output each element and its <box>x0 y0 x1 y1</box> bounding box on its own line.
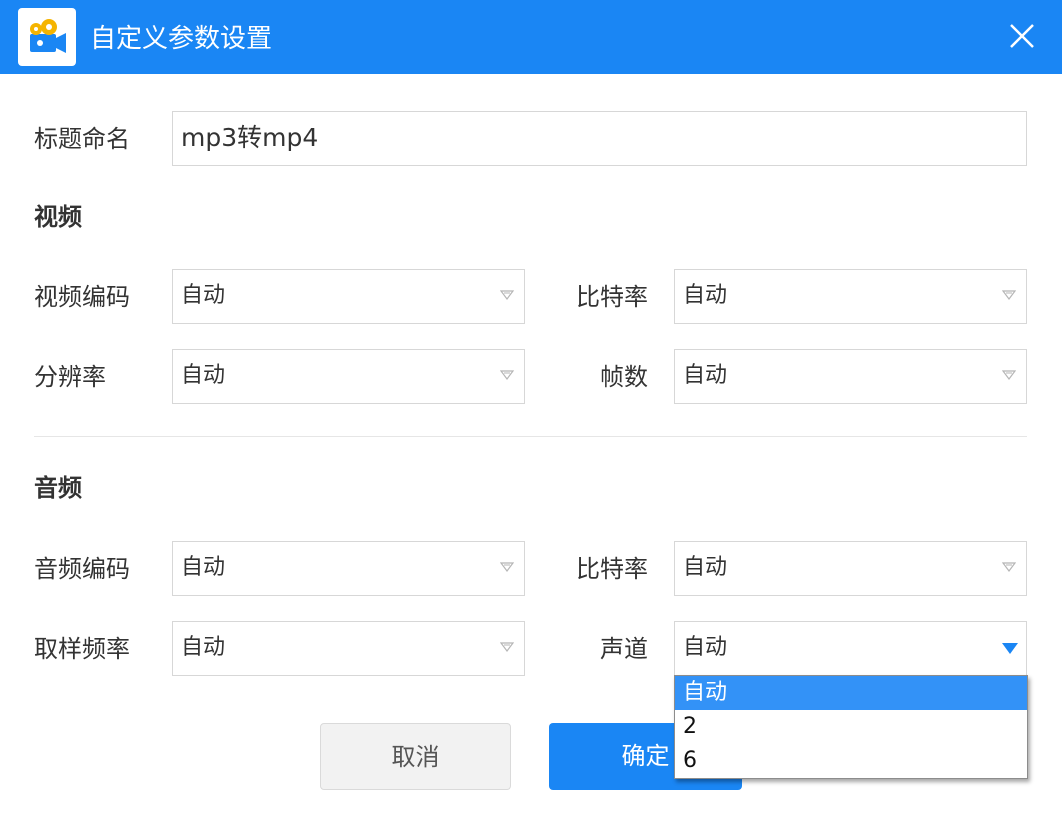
video-section-heading: 视频 <box>34 203 82 231</box>
dialog-title: 自定义参数设置 <box>90 24 273 54</box>
film-camera-icon <box>18 8 76 66</box>
audio-bitrate-label: 比特率 <box>576 555 648 583</box>
audio-bitrate-select[interactable]: 自动 <box>674 541 1027 596</box>
section-divider <box>34 436 1027 437</box>
close-button[interactable] <box>1000 14 1044 58</box>
video-codec-value: 自动 <box>181 283 226 308</box>
framerate-label: 帧数 <box>600 363 648 391</box>
video-bitrate-select[interactable]: 自动 <box>674 269 1027 324</box>
resolution-label: 分辨率 <box>34 363 106 391</box>
title-name-label: 标题命名 <box>34 125 130 153</box>
resolution-select[interactable]: 自动 <box>172 349 525 404</box>
title-name-input[interactable]: mp3转mp4 <box>172 111 1027 166</box>
close-icon <box>1010 24 1034 48</box>
video-bitrate-label: 比特率 <box>576 283 648 311</box>
chevron-down-icon <box>1002 290 1016 300</box>
chevron-down-icon <box>500 290 514 300</box>
audio-codec-value: 自动 <box>181 555 226 580</box>
resolution-value: 自动 <box>181 363 226 388</box>
chevron-down-icon <box>1002 370 1016 380</box>
channels-option[interactable]: 6 <box>675 744 1027 778</box>
audio-codec-label: 音频编码 <box>34 555 130 583</box>
channels-option[interactable]: 自动 <box>675 676 1027 710</box>
framerate-select[interactable]: 自动 <box>674 349 1027 404</box>
channels-dropdown-list: 自动 2 6 <box>674 675 1028 779</box>
chevron-down-icon <box>500 642 514 652</box>
channels-option[interactable]: 2 <box>675 710 1027 744</box>
title-bar: 自定义参数设置 <box>0 0 1062 74</box>
chevron-down-icon <box>1002 643 1018 654</box>
title-name-value: mp3转mp4 <box>181 123 319 152</box>
samplerate-select[interactable]: 自动 <box>172 621 525 676</box>
samplerate-value: 自动 <box>181 635 226 660</box>
audio-section-heading: 音频 <box>34 474 82 502</box>
audio-codec-select[interactable]: 自动 <box>172 541 525 596</box>
chevron-down-icon <box>500 562 514 572</box>
samplerate-label: 取样频率 <box>34 635 130 663</box>
video-bitrate-value: 自动 <box>683 283 728 308</box>
cancel-button[interactable]: 取消 <box>320 723 511 790</box>
chevron-down-icon <box>500 370 514 380</box>
video-codec-label: 视频编码 <box>34 283 130 311</box>
chevron-down-icon <box>1002 562 1016 572</box>
channels-label: 声道 <box>600 635 648 663</box>
channels-select[interactable]: 自动 <box>674 621 1027 676</box>
channels-value: 自动 <box>683 635 728 660</box>
video-codec-select[interactable]: 自动 <box>172 269 525 324</box>
framerate-value: 自动 <box>683 363 728 388</box>
audio-bitrate-value: 自动 <box>683 555 728 580</box>
